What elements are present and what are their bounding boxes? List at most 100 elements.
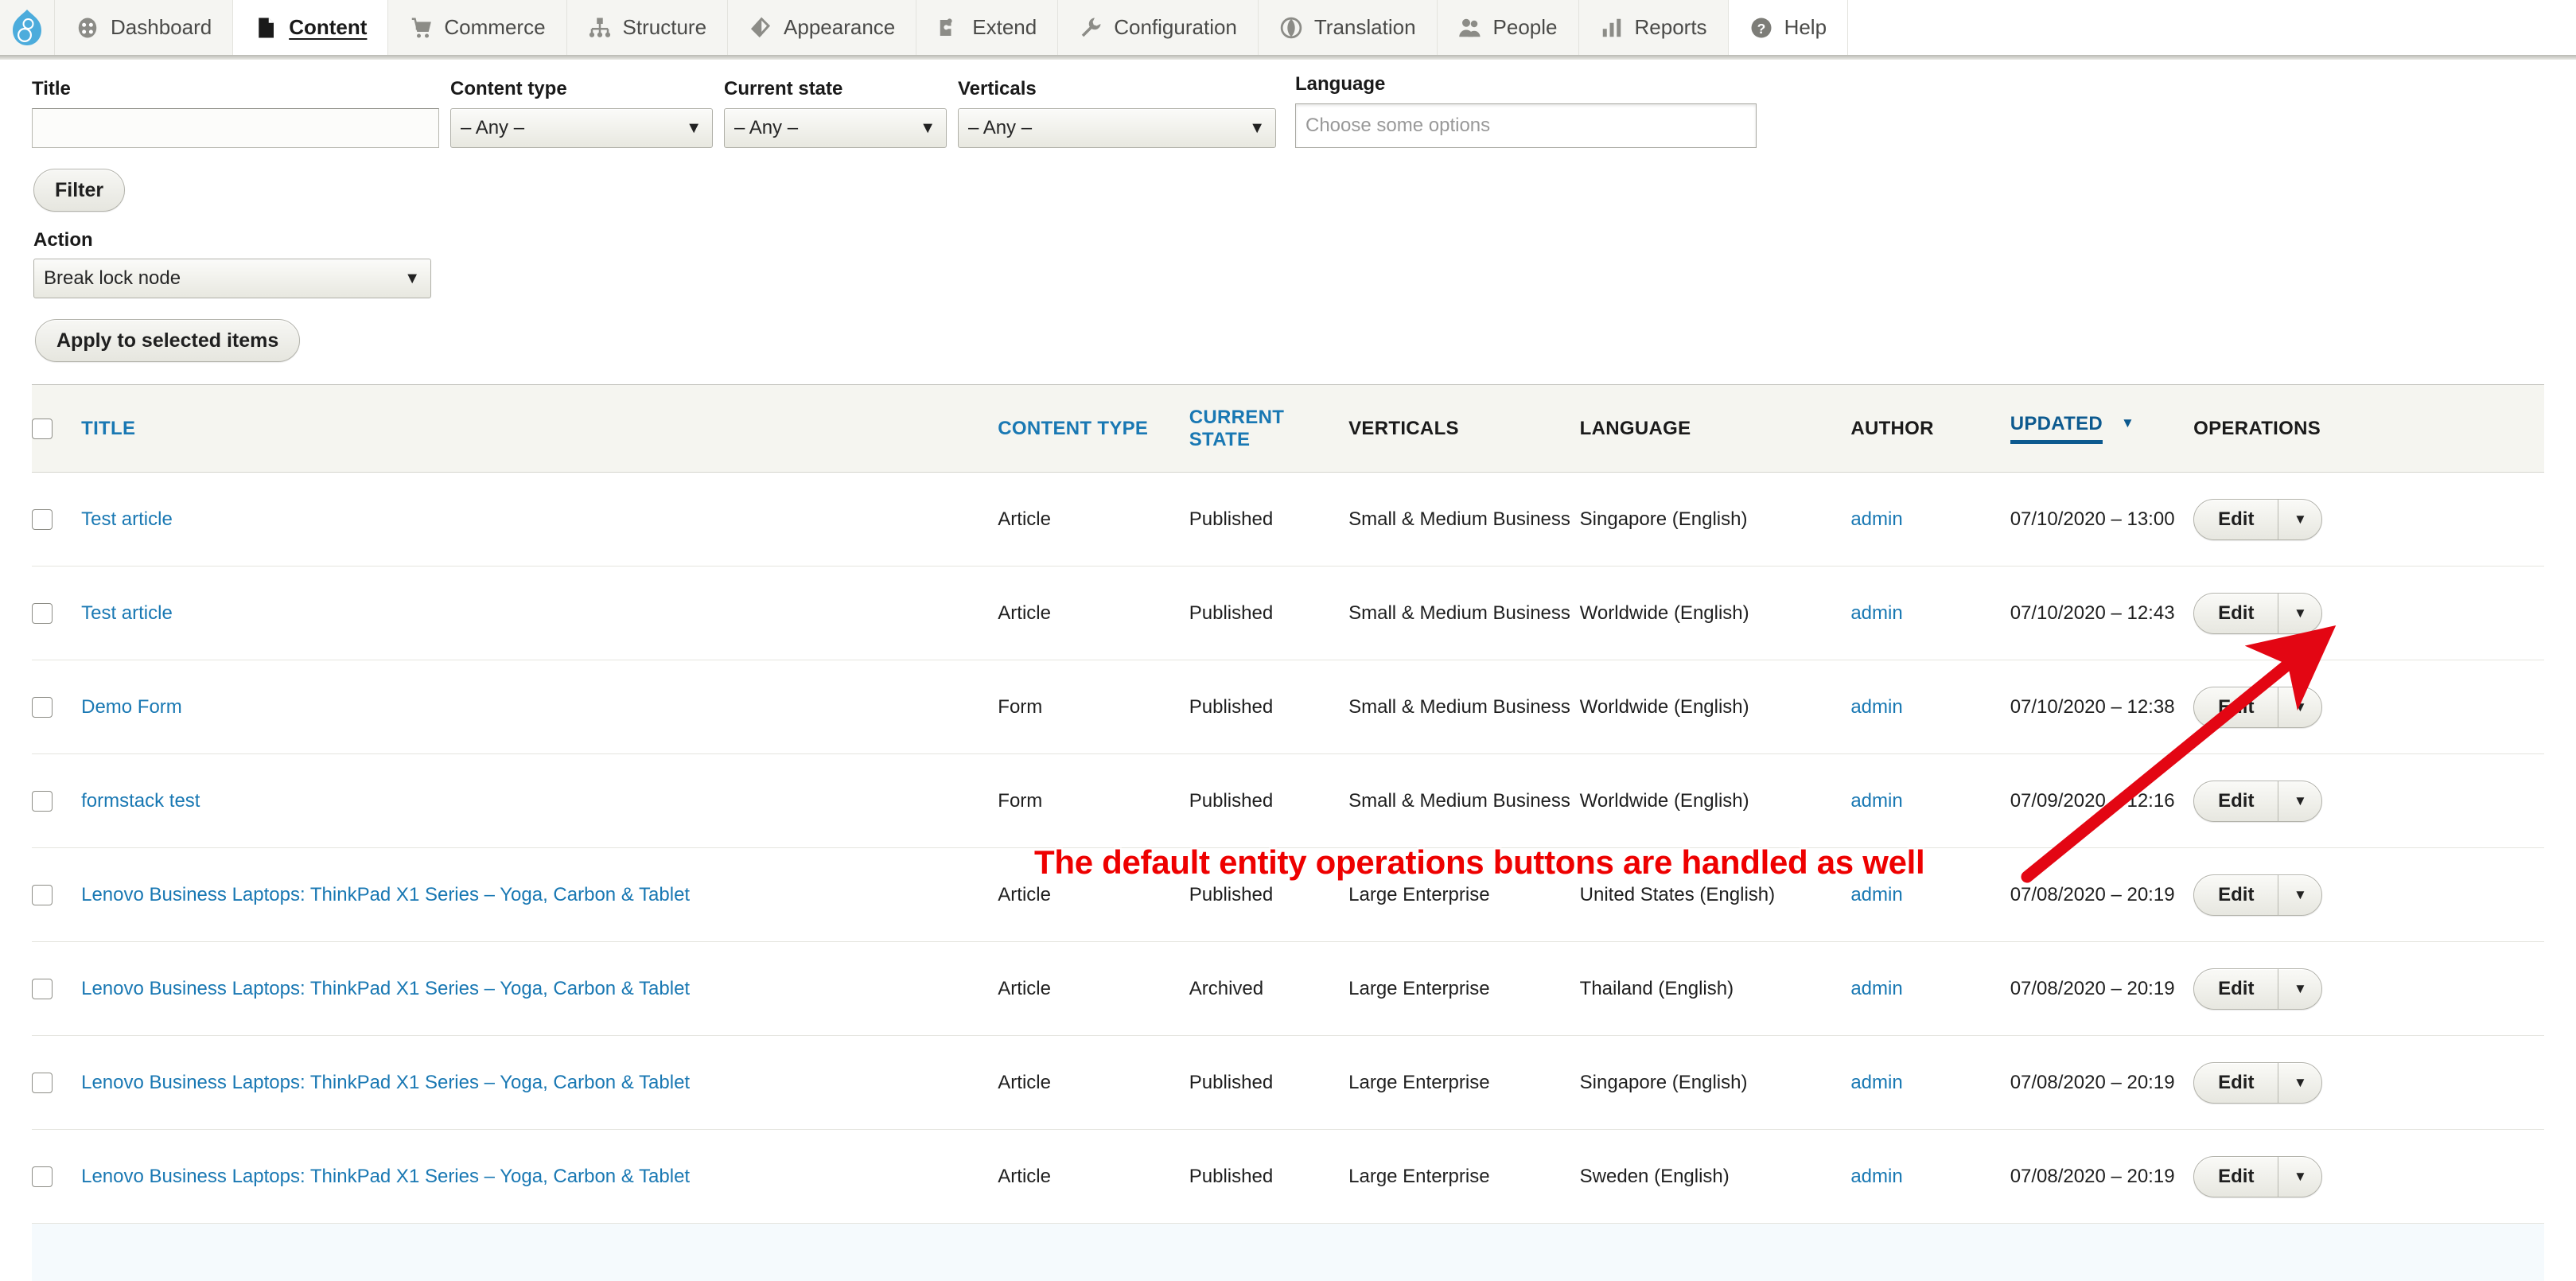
toolbar-item-content[interactable]: Content xyxy=(232,0,388,55)
column-header-label: TITLE xyxy=(81,417,136,439)
filter-form: Title Content type – Any – ▼ Current sta… xyxy=(0,56,2576,212)
row-select-cell xyxy=(32,754,81,848)
toolbar-item-people[interactable]: People xyxy=(1436,0,1578,55)
row-checkbox[interactable] xyxy=(32,603,53,625)
row-edit-button[interactable]: Edit xyxy=(2194,968,2279,1009)
row-language-cell: Singapore (English) xyxy=(1579,508,1748,530)
row-updated-cell: 07/10/2020 – 12:38 xyxy=(2010,695,2175,718)
row-edit-button[interactable]: Edit xyxy=(2194,687,2279,727)
row-author-link[interactable]: admin xyxy=(1850,1072,1902,1093)
toolbar-item-configuration[interactable]: Configuration xyxy=(1057,0,1258,55)
row-author-link[interactable]: admin xyxy=(1850,602,1902,624)
row-author-link[interactable]: admin xyxy=(1850,884,1902,905)
column-header-updated[interactable]: UPDATED ▼ xyxy=(2010,385,2193,473)
row-operations-dropdown-toggle[interactable]: ▼ xyxy=(2278,969,2321,1009)
row-title-link[interactable]: Test article xyxy=(81,508,173,530)
row-operations-cell: Edit ▼ xyxy=(2193,942,2544,1036)
current-state-select[interactable]: – Any – ▼ xyxy=(724,108,947,148)
row-checkbox[interactable] xyxy=(32,1073,53,1094)
row-operations-dropdown-toggle[interactable]: ▼ xyxy=(2278,500,2321,539)
action-selected-value: Break lock node xyxy=(44,267,181,289)
row-checkbox[interactable] xyxy=(32,697,53,718)
toolbar-item-commerce[interactable]: Commerce xyxy=(387,0,566,55)
toolbar-item-help[interactable]: ? Help xyxy=(1727,0,1848,55)
row-updated-cell: 07/10/2020 – 12:43 xyxy=(2010,602,2175,624)
table-row: Test article Article Published Small & Medi… xyxy=(32,566,2544,660)
row-edit-button[interactable]: Edit xyxy=(2194,781,2279,821)
row-current-state-cell: Published xyxy=(1189,1165,1274,1187)
column-header-content-type[interactable]: CONTENT TYPE xyxy=(998,385,1189,473)
row-checkbox[interactable] xyxy=(32,509,53,531)
drupal-logo[interactable] xyxy=(0,0,54,55)
content-type-select[interactable]: – Any – ▼ xyxy=(450,108,713,148)
row-cell xyxy=(2193,1224,2544,1281)
row-title-link[interactable]: Lenovo Business Laptops: ThinkPad X1 Ser… xyxy=(81,1072,690,1093)
row-edit-button[interactable]: Edit xyxy=(2194,1062,2279,1103)
column-header-verticals: VERTICALS xyxy=(1348,385,1580,473)
toolbar-item-extend[interactable]: Extend xyxy=(916,0,1058,55)
row-operations-dropdown-toggle[interactable]: ▼ xyxy=(2278,781,2321,821)
toolbar-item-reports[interactable]: Reports xyxy=(1578,0,1728,55)
row-title-link[interactable]: Lenovo Business Laptops: ThinkPad X1 Ser… xyxy=(81,884,690,905)
language-chooser[interactable]: Choose some options xyxy=(1295,103,1757,148)
action-select[interactable]: Break lock node ▼ xyxy=(33,259,431,298)
content-table-wrapper: TITLE CONTENT TYPE CURRENT STATE VERTICA… xyxy=(0,362,2576,1281)
column-header-current-state[interactable]: CURRENT STATE xyxy=(1189,385,1348,473)
translation-icon xyxy=(1280,17,1302,38)
row-operations-dropdown-toggle[interactable]: ▼ xyxy=(2278,1157,2321,1197)
row-author-cell: admin xyxy=(1850,848,2010,942)
row-title-link[interactable]: Lenovo Business Laptops: ThinkPad X1 Ser… xyxy=(81,1166,690,1187)
column-header-label: UPDATED xyxy=(2010,413,2103,444)
chevron-down-icon: ▼ xyxy=(1249,119,1265,137)
row-current-state-cell: Archived xyxy=(1189,977,1264,999)
select-all-checkbox[interactable] xyxy=(32,419,53,440)
column-header-title[interactable]: TITLE xyxy=(81,385,998,473)
row-verticals-cell: Small & Medium Business xyxy=(1348,602,1570,624)
row-select-cell xyxy=(32,1036,81,1130)
bulk-action-form: Action Break lock node ▼ Apply to select… xyxy=(0,212,2576,362)
row-author-cell: admin xyxy=(1850,1036,2010,1130)
row-checkbox[interactable] xyxy=(32,885,53,906)
toolbar-item-appearance[interactable]: Appearance xyxy=(727,0,916,55)
row-current-state-cell: Published xyxy=(1189,602,1274,624)
row-title-link[interactable]: Test article xyxy=(81,602,173,624)
verticals-select[interactable]: – Any – ▼ xyxy=(958,108,1276,148)
row-content-type-cell: Article xyxy=(998,977,1051,999)
row-edit-button[interactable]: Edit xyxy=(2194,593,2279,633)
toolbar-item-label: Translation xyxy=(1313,15,1416,39)
apply-to-selected-items-button[interactable]: Apply to selected items xyxy=(35,319,301,362)
row-edit-button[interactable]: Edit xyxy=(2194,499,2279,539)
toolbar-item-structure[interactable]: Structure xyxy=(566,0,728,55)
toolbar-item-label: Help xyxy=(1784,15,1827,39)
row-checkbox[interactable] xyxy=(32,1166,53,1188)
row-language-cell: Worldwide (English) xyxy=(1579,602,1749,624)
filter-button[interactable]: Filter xyxy=(33,169,126,212)
row-operations-dropdown-toggle[interactable]: ▼ xyxy=(2278,1063,2321,1103)
row-author-link[interactable]: admin xyxy=(1850,1166,1902,1187)
row-cell xyxy=(1348,1224,1580,1281)
row-author-link[interactable]: admin xyxy=(1850,790,1902,812)
reports-icon xyxy=(1602,18,1621,37)
row-checkbox[interactable] xyxy=(32,791,53,812)
row-edit-button[interactable]: Edit xyxy=(2194,874,2279,915)
row-title-link[interactable]: Demo Form xyxy=(81,696,182,718)
row-verticals-cell: Large Enterprise xyxy=(1348,977,1490,999)
row-operations-dropdown-toggle[interactable]: ▼ xyxy=(2278,594,2321,633)
row-author-link[interactable]: admin xyxy=(1850,978,1902,999)
language-placeholder: Choose some options xyxy=(1306,115,1491,136)
row-checkbox[interactable] xyxy=(32,979,53,1000)
title-input[interactable] xyxy=(32,108,439,148)
row-updated-cell: 07/08/2020 – 20:19 xyxy=(2010,883,2175,905)
column-header-language: LANGUAGE xyxy=(1580,385,1851,473)
toolbar-item-dashboard[interactable]: Dashboard xyxy=(54,0,233,55)
row-author-link[interactable]: admin xyxy=(1850,696,1902,718)
row-author-link[interactable]: admin xyxy=(1850,508,1902,530)
table-row: Lenovo Business Laptops: ThinkPad X1 Ser… xyxy=(32,1129,2544,1224)
row-operations-dropdown-toggle[interactable]: ▼ xyxy=(2278,687,2321,727)
row-title-link[interactable]: formstack test xyxy=(81,790,200,812)
table-row: formstack test Form Published Small & Mediu… xyxy=(32,753,2544,848)
row-operations-dropdown-toggle[interactable]: ▼ xyxy=(2278,875,2321,915)
row-title-link[interactable]: Lenovo Business Laptops: ThinkPad X1 Ser… xyxy=(81,978,690,999)
row-edit-button[interactable]: Edit xyxy=(2194,1156,2279,1197)
toolbar-item-translation[interactable]: Translation xyxy=(1257,0,1437,55)
